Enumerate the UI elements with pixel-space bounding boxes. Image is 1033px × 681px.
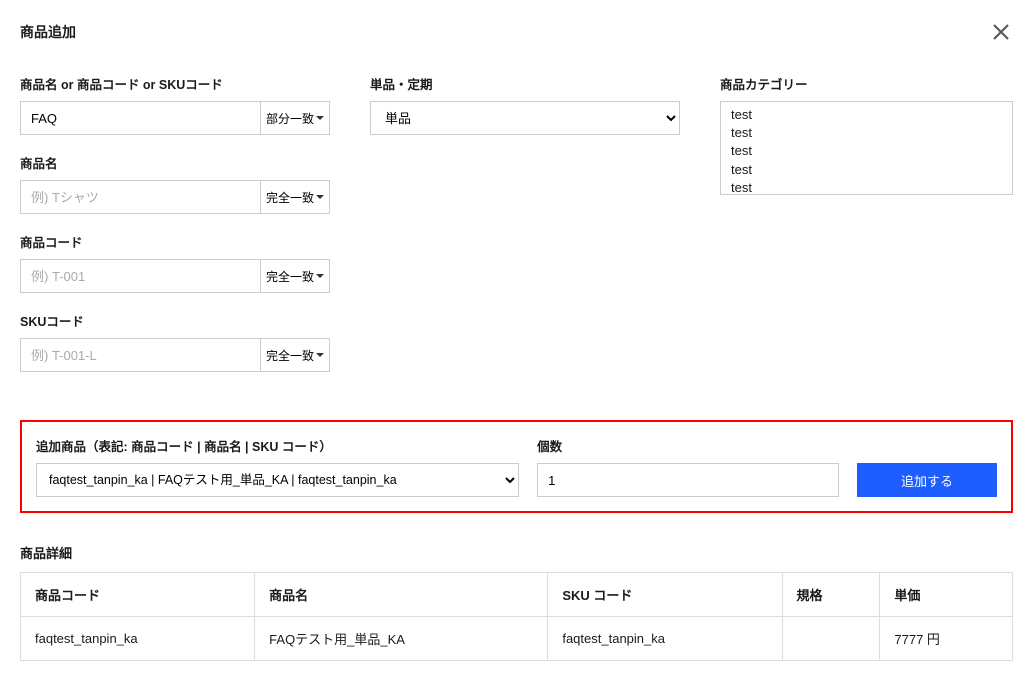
cell-spec (782, 617, 880, 661)
add-product-section: 追加商品（表記: 商品コード | 商品名 | SKU コード） faqtest_… (20, 420, 1013, 513)
name-or-code-field: 商品名 or 商品コード or SKUコード 部分一致 (20, 74, 330, 135)
name-or-code-match-dropdown[interactable]: 部分一致 (260, 101, 330, 135)
cell-product-code: faqtest_tanpin_ka (21, 617, 255, 661)
filters-left-column: 商品名 or 商品コード or SKUコード 部分一致 商品名 完全一致 商品コ… (20, 74, 330, 390)
col-price: 単価 (880, 573, 1013, 617)
product-code-field: 商品コード 完全一致 (20, 232, 330, 293)
product-name-input[interactable] (20, 180, 260, 214)
category-item[interactable]: test (731, 179, 1002, 195)
table-row: faqtest_tanpin_ka FAQテスト用_単品_KA faqtest_… (21, 617, 1013, 661)
sku-code-input[interactable] (20, 338, 260, 372)
close-button[interactable] (989, 20, 1013, 44)
name-or-code-input[interactable] (20, 101, 260, 135)
category-item[interactable]: test (731, 142, 1002, 160)
single-recurring-select[interactable]: 単品 (370, 101, 680, 135)
category-label: 商品カテゴリー (720, 74, 1013, 93)
match-label: 完全一致 (266, 268, 314, 285)
col-product-code: 商品コード (21, 573, 255, 617)
chevron-down-icon (316, 274, 324, 278)
add-product-label: 追加商品（表記: 商品コード | 商品名 | SKU コード） (36, 436, 519, 455)
filters-right-column: 商品カテゴリー test test test test test (720, 74, 1013, 390)
single-recurring-field: 単品・定期 単品 (370, 74, 680, 135)
single-recurring-label: 単品・定期 (370, 74, 680, 93)
cell-product-name: FAQテスト用_単品_KA (255, 617, 548, 661)
product-name-field: 商品名 完全一致 (20, 153, 330, 214)
filters-mid-column: 単品・定期 単品 (370, 74, 680, 390)
match-label: 完全一致 (266, 189, 314, 206)
product-name-match-dropdown[interactable]: 完全一致 (260, 180, 330, 214)
add-product-select[interactable]: faqtest_tanpin_ka | FAQテスト用_単品_KA | faqt… (36, 463, 519, 497)
add-qty-field: 個数 (537, 436, 839, 497)
sku-code-field: SKUコード 完全一致 (20, 311, 330, 372)
product-code-match-dropdown[interactable]: 完全一致 (260, 259, 330, 293)
product-detail-section: 商品詳細 商品コード 商品名 SKU コード 規格 単価 faqtest_tan… (20, 543, 1013, 661)
product-code-label: 商品コード (20, 232, 330, 251)
category-item[interactable]: test (731, 124, 1002, 142)
category-listbox[interactable]: test test test test test (720, 101, 1013, 195)
detail-table: 商品コード 商品名 SKU コード 規格 単価 faqtest_tanpin_k… (20, 572, 1013, 661)
match-label: 部分一致 (266, 110, 314, 127)
cell-sku: faqtest_tanpin_ka (548, 617, 782, 661)
product-name-label: 商品名 (20, 153, 330, 172)
sku-code-match-dropdown[interactable]: 完全一致 (260, 338, 330, 372)
category-item[interactable]: test (731, 161, 1002, 179)
category-field: 商品カテゴリー test test test test test (720, 74, 1013, 195)
filters-area: 商品名 or 商品コード or SKUコード 部分一致 商品名 完全一致 商品コ… (20, 74, 1013, 390)
chevron-down-icon (316, 116, 324, 120)
dialog-title: 商品追加 (20, 22, 76, 42)
add-product-field: 追加商品（表記: 商品コード | 商品名 | SKU コード） faqtest_… (36, 436, 519, 497)
col-product-name: 商品名 (255, 573, 548, 617)
dialog-header: 商品追加 (20, 20, 1013, 44)
match-label: 完全一致 (266, 347, 314, 364)
detail-title: 商品詳細 (20, 543, 1013, 562)
add-button[interactable]: 追加する (857, 463, 997, 497)
col-spec: 規格 (782, 573, 880, 617)
name-or-code-label: 商品名 or 商品コード or SKUコード (20, 74, 330, 93)
category-item[interactable]: test (731, 106, 1002, 124)
close-icon (991, 22, 1011, 42)
cell-price: 7777 円 (880, 617, 1013, 661)
chevron-down-icon (316, 353, 324, 357)
product-code-input[interactable] (20, 259, 260, 293)
col-sku: SKU コード (548, 573, 782, 617)
qty-input[interactable] (537, 463, 839, 497)
sku-code-label: SKUコード (20, 311, 330, 330)
qty-label: 個数 (537, 436, 839, 455)
table-header-row: 商品コード 商品名 SKU コード 規格 単価 (21, 573, 1013, 617)
chevron-down-icon (316, 195, 324, 199)
